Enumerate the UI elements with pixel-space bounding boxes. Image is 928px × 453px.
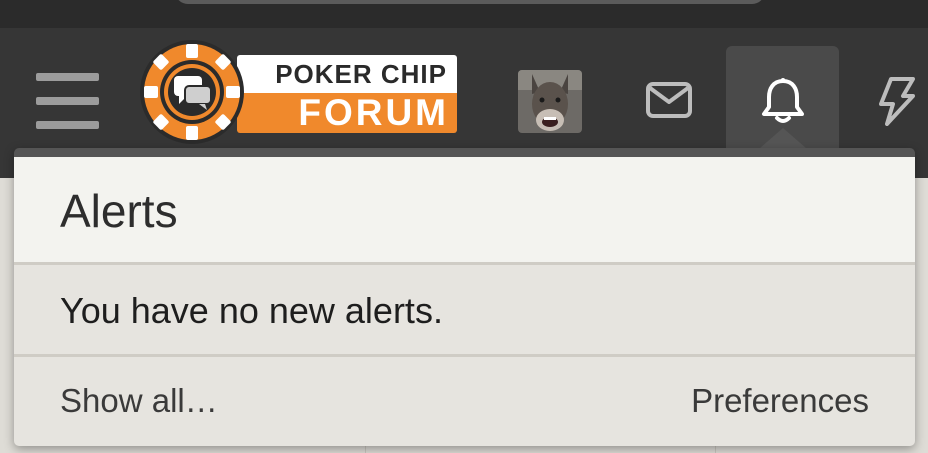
- alerts-menu-header: Alerts: [14, 157, 915, 265]
- menu-caret: [760, 128, 806, 148]
- logo-line-top: POKER CHIP: [237, 55, 457, 93]
- address-bar[interactable]: [175, 0, 765, 4]
- bell-icon[interactable]: [760, 77, 806, 125]
- browser-top-strip: [0, 0, 928, 28]
- preferences-link[interactable]: Preferences: [691, 381, 869, 421]
- logo-wordmark: POKER CHIP FORUM: [237, 55, 457, 133]
- logo-line-bottom: FORUM: [237, 93, 457, 133]
- envelope-icon[interactable]: [646, 82, 692, 118]
- alerts-menu-body: You have no new alerts.: [14, 265, 915, 357]
- lightning-bolt-icon[interactable]: [875, 76, 917, 126]
- donkey-avatar-image: [518, 70, 582, 133]
- no-alerts-message: You have no new alerts.: [60, 290, 443, 331]
- user-avatar[interactable]: [518, 70, 582, 133]
- show-all-link[interactable]: Show all…: [60, 381, 218, 421]
- alerts-menu-footer: Show all… Preferences: [14, 357, 915, 446]
- alerts-dropdown-menu: Alerts You have no new alerts. Show all……: [14, 148, 915, 446]
- alerts-menu-title: Alerts: [60, 185, 178, 237]
- poker-chip-logo-icon: [140, 40, 244, 144]
- site-logo[interactable]: POKER CHIP FORUM: [137, 40, 462, 145]
- hamburger-menu-icon[interactable]: [36, 73, 99, 129]
